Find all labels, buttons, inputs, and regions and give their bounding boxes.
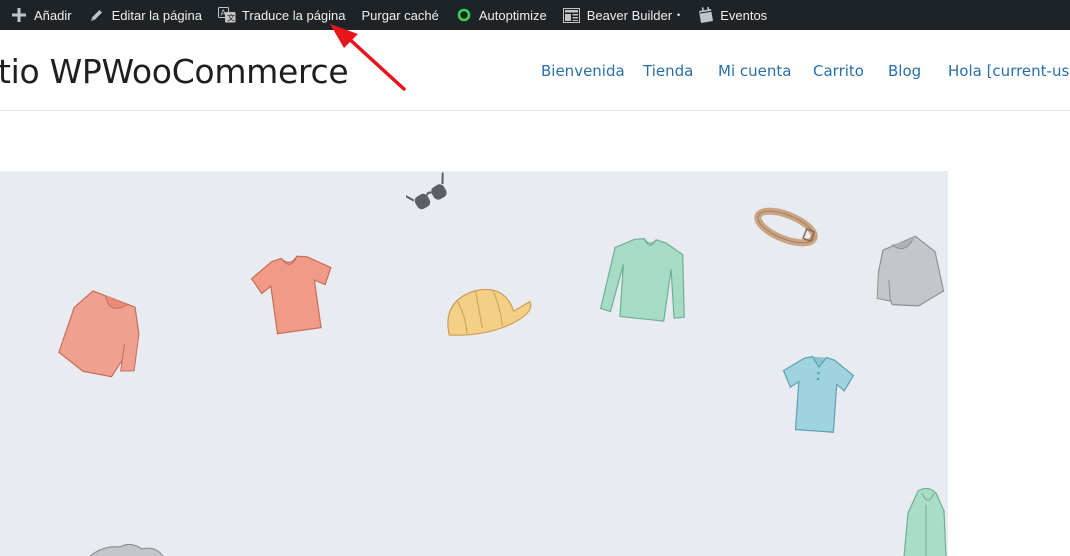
sunglasses-image	[406, 172, 447, 210]
svg-text:文: 文	[227, 13, 235, 23]
coral-tshirt-image	[250, 255, 332, 335]
green-hoodie-image	[903, 487, 947, 556]
events-menu[interactable]: Eventos	[688, 0, 775, 30]
events-label: Eventos	[720, 7, 768, 23]
plus-icon	[10, 6, 28, 24]
purge-cache-label: Purgar caché	[361, 7, 439, 23]
blue-polo-image	[782, 355, 855, 433]
nav-item-mi-cuenta[interactable]: Mi cuenta	[718, 62, 791, 80]
layout-icon	[563, 6, 581, 24]
edit-page-label: Editar la página	[111, 7, 202, 23]
autoptimize-menu[interactable]: Autoptimize	[447, 0, 555, 30]
add-new-label: Añadir	[34, 7, 72, 23]
translate-icon: A文	[217, 6, 236, 24]
translate-page-link[interactable]: A文 Traduce la página	[210, 0, 354, 30]
yellow-cap-image	[447, 288, 532, 336]
grey-hoodie-image	[876, 235, 945, 307]
purge-cache-link[interactable]: Purgar caché	[354, 0, 447, 30]
add-new-menu[interactable]: Añadir	[0, 0, 80, 30]
status-circle-icon	[455, 6, 473, 24]
salmon-hoodie-image	[58, 290, 140, 378]
nav-item-hola-user[interactable]: Hola [current-user	[948, 62, 1070, 80]
hero-image	[0, 171, 948, 556]
grey-sweater-image	[89, 543, 164, 556]
autoptimize-label: Autoptimize	[478, 7, 547, 23]
pencil-icon	[88, 6, 106, 24]
nav-item-carrito[interactable]: Carrito	[813, 62, 864, 80]
nav-item-tienda[interactable]: Tienda	[643, 62, 693, 80]
nav-item-bienvenida[interactable]: Bienvenida	[541, 62, 625, 80]
edit-page-link[interactable]: Editar la página	[80, 0, 210, 30]
status-dot: •	[677, 10, 681, 20]
mint-longsleeve-image	[600, 237, 685, 322]
belt-image	[754, 207, 818, 247]
translate-page-label: Traduce la página	[241, 7, 346, 23]
beaver-builder-menu[interactable]: Beaver Builder •	[555, 0, 688, 30]
nav-item-blog[interactable]: Blog	[888, 62, 921, 80]
calendar-icon	[696, 6, 714, 24]
admin-bar: Añadir Editar la página A文 Traduce la pá…	[0, 0, 1070, 30]
beaver-builder-label: Beaver Builder	[586, 7, 673, 23]
site-title[interactable]: tio WPWooCommerce	[0, 52, 349, 91]
site-header: tio WPWooCommerce Bienvenida Tienda Mi c…	[0, 30, 1070, 111]
